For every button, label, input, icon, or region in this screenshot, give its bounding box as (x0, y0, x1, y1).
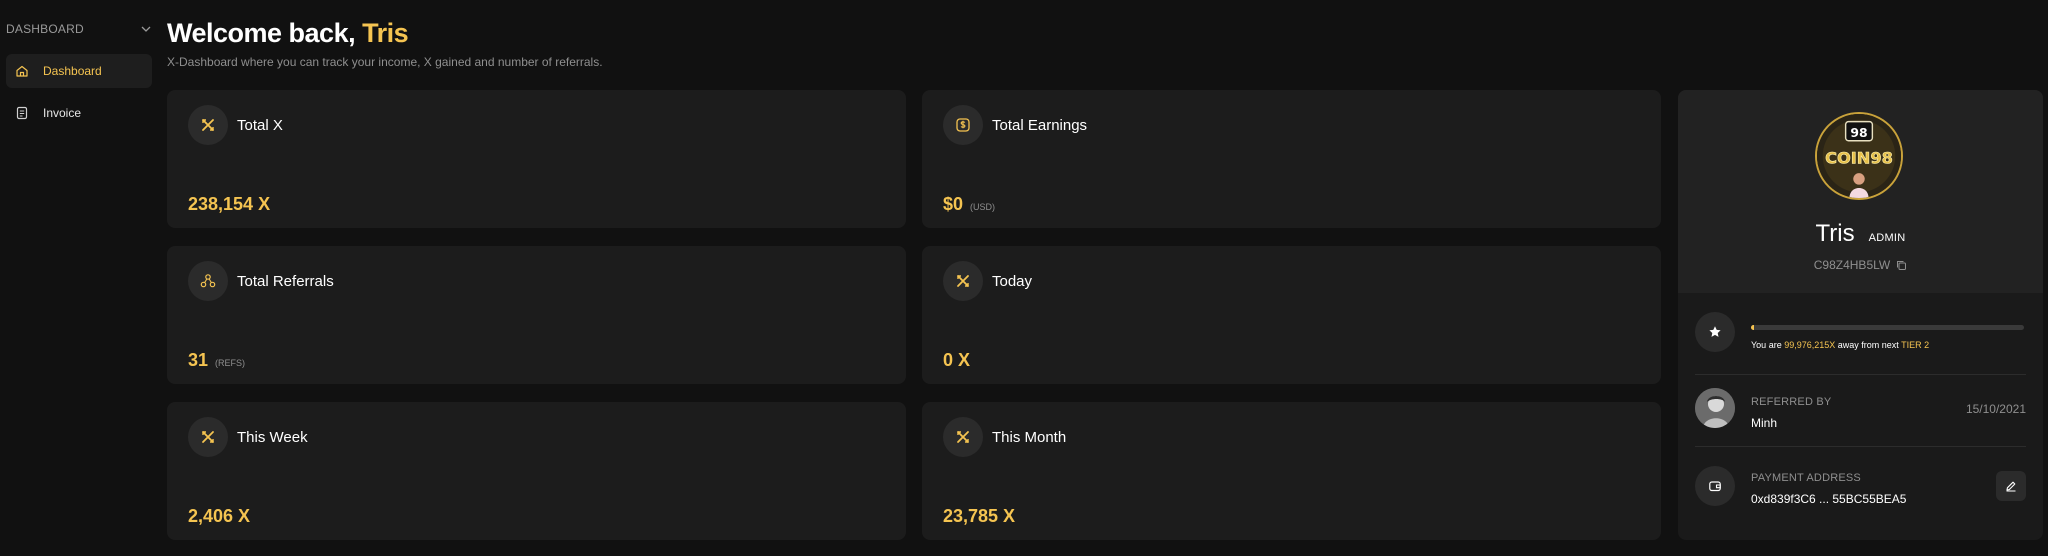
stat-card-total-earnings: Total Earnings $0 (USD) (922, 90, 1661, 228)
tier-progress-fill (1751, 325, 1754, 330)
stat-title: Total Referrals (237, 273, 334, 290)
stat-card-total-x: Total X 238,154 X (167, 90, 906, 228)
wallet-icon (1695, 466, 1735, 506)
stat-number: 238,154 X (188, 194, 271, 214)
sidebar-item-label: Dashboard (43, 64, 102, 78)
stat-card-today: Today 0 X (922, 246, 1661, 384)
referrals-icon (188, 261, 228, 301)
stat-unit: (REFS) (215, 358, 246, 368)
stat-number: $0 (943, 194, 964, 214)
tier-progress-bar (1751, 325, 2024, 330)
stat-value: 238,154 X (188, 194, 270, 215)
stat-number: 0 X (943, 350, 971, 370)
profile-name: Tris (1815, 220, 1855, 247)
referrer-name: Minh (1751, 416, 1778, 430)
x-logo-icon (943, 261, 983, 301)
tier-amount: 99,976,215X (1784, 340, 1836, 350)
star-icon (1695, 312, 1735, 352)
sidebar-header[interactable]: DASHBOARD (6, 20, 152, 38)
tier-middle: away from next (1835, 340, 1902, 350)
sidebar: DASHBOARD Dashboard Invoice (0, 0, 160, 556)
stat-title: This Week (237, 429, 308, 446)
profile-panel: 98 COIN98 Tris ADMIN C98Z4HB5LW You are … (1678, 90, 2043, 540)
svg-text:98: 98 (1850, 125, 1867, 140)
referral-code-text: C98Z4HB5LW (1813, 258, 1891, 272)
edit-payment-button[interactable] (1996, 471, 2026, 501)
profile-header: 98 COIN98 Tris ADMIN C98Z4HB5LW (1678, 90, 2043, 293)
x-logo-icon (188, 105, 228, 145)
page-subtitle: X-Dashboard where you can track your inc… (167, 55, 603, 69)
referral-code: C98Z4HB5LW (1678, 258, 2043, 272)
stat-number: 2,406 X (188, 506, 251, 526)
stat-value: $0 (USD) (943, 194, 995, 215)
next-tier: TIER 2 (1901, 340, 1930, 350)
stat-value: 23,785 X (943, 506, 1015, 527)
page-title: Welcome back, Tris (167, 18, 409, 49)
home-icon (15, 64, 29, 78)
stat-number: 23,785 X (943, 506, 1016, 526)
dollar-icon (943, 105, 983, 145)
stat-value: 31 (REFS) (188, 350, 245, 371)
tier-status-text: You are 99,976,215X away from next TIER … (1751, 340, 1929, 350)
sidebar-item-invoice[interactable]: Invoice (6, 96, 152, 130)
profile-name-row: Tris ADMIN (1678, 220, 2043, 248)
referred-date: 15/10/2021 (1965, 402, 2026, 416)
chevron-down-icon (141, 26, 151, 32)
invoice-icon (15, 106, 29, 120)
stat-number: 31 (188, 350, 209, 370)
stat-card-this-month: This Month 23,785 X (922, 402, 1661, 540)
coin98-avatar: 98 COIN98 (1815, 112, 1903, 200)
referred-by-label: REFERRED BY (1751, 396, 1832, 408)
stat-card-total-referrals: Total Referrals 31 (REFS) (167, 246, 906, 384)
stat-unit: (USD) (970, 202, 996, 212)
svg-text:COIN98: COIN98 (1825, 149, 1893, 168)
divider (1695, 374, 2026, 375)
sidebar-item-label: Invoice (43, 106, 82, 120)
copy-icon[interactable] (1896, 260, 1907, 271)
user-name: Tris (362, 18, 409, 48)
stat-card-this-week: This Week 2,406 X (167, 402, 906, 540)
stat-value: 0 X (943, 350, 970, 371)
x-logo-icon (188, 417, 228, 457)
payment-address-label: PAYMENT ADDRESS (1751, 472, 1861, 484)
sidebar-item-dashboard[interactable]: Dashboard (6, 54, 152, 88)
stat-title: Total X (237, 117, 283, 134)
stat-title: This Month (992, 429, 1067, 446)
stat-value: 2,406 X (188, 506, 250, 527)
payment-address: 0xd839f3C6 ... 55BC55BEA5 (1751, 492, 1907, 506)
pencil-icon (2006, 481, 2016, 492)
divider (1695, 446, 2026, 447)
referrer-avatar (1695, 388, 1735, 428)
stat-title: Today (992, 273, 1033, 290)
role-badge: ADMIN (1868, 232, 1906, 244)
greeting-text: Welcome back, (167, 18, 363, 48)
stat-title: Total Earnings (992, 117, 1088, 134)
x-logo-icon (943, 417, 983, 457)
sidebar-header-label: DASHBOARD (6, 22, 84, 36)
tier-prefix: You are (1751, 340, 1785, 350)
